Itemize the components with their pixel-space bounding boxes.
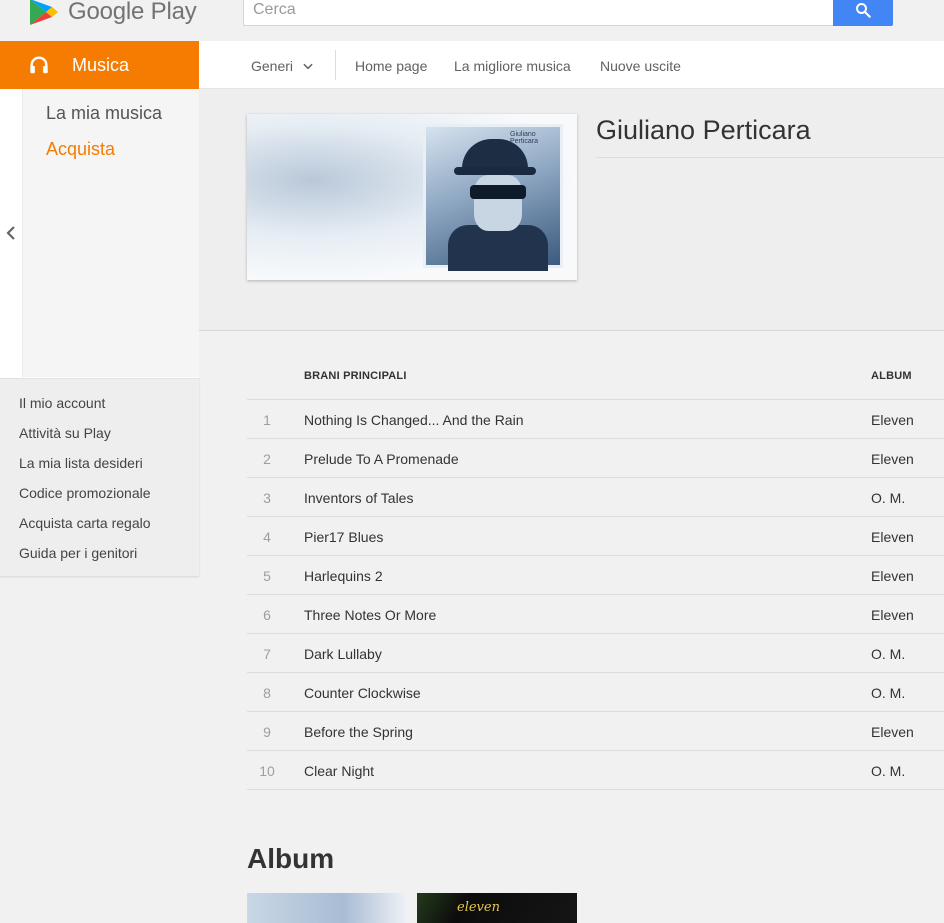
play-store-icon bbox=[30, 0, 58, 25]
artist-cover-image: Giuliano Perticara bbox=[247, 114, 577, 280]
chevron-down-icon bbox=[303, 63, 313, 70]
track-title[interactable]: Before the Spring bbox=[304, 724, 413, 740]
sub-navigation: Generi Home page La migliore musica Nuov… bbox=[199, 41, 944, 89]
collapse-sidebar-button[interactable] bbox=[0, 89, 23, 377]
column-header-tracks: BRANI PRINCIPALI bbox=[304, 370, 407, 382]
account-link-promo-code[interactable]: Codice promozionale bbox=[19, 485, 151, 501]
sidebar-item-shop[interactable]: Acquista bbox=[46, 139, 115, 160]
search-button[interactable] bbox=[833, 0, 893, 26]
track-number: 4 bbox=[263, 529, 271, 545]
search-box[interactable] bbox=[243, 0, 834, 26]
track-number: 6 bbox=[263, 607, 271, 623]
track-number: 10 bbox=[259, 763, 275, 779]
table-row[interactable]: 5 Harlequins 2 Eleven bbox=[247, 556, 944, 595]
table-row[interactable]: 6 Three Notes Or More Eleven bbox=[247, 595, 944, 634]
track-title[interactable]: Nothing Is Changed... And the Rain bbox=[304, 412, 523, 428]
sidebar-panel: La mia musica Acquista bbox=[23, 89, 199, 377]
track-title[interactable]: Pier17 Blues bbox=[304, 529, 383, 545]
track-album[interactable]: O. M. bbox=[871, 685, 905, 701]
track-album[interactable]: O. M. bbox=[871, 490, 905, 506]
nav-divider bbox=[335, 50, 336, 80]
table-row[interactable]: 7 Dark Lullaby O. M. bbox=[247, 634, 944, 673]
track-album[interactable]: Eleven bbox=[871, 568, 914, 584]
search-icon bbox=[856, 3, 871, 18]
sidebar-item-my-music[interactable]: La mia musica bbox=[46, 103, 162, 124]
nav-top-music-link[interactable]: La migliore musica bbox=[454, 58, 571, 74]
search-input[interactable] bbox=[244, 0, 833, 25]
photo-face bbox=[474, 175, 522, 231]
photo-glasses bbox=[470, 185, 526, 199]
table-row[interactable]: 1 Nothing Is Changed... And the Rain Eleve… bbox=[247, 400, 944, 439]
category-tab-music[interactable]: Musica bbox=[0, 41, 199, 89]
track-title[interactable]: Harlequins 2 bbox=[304, 568, 383, 584]
genres-label: Generi bbox=[251, 58, 294, 74]
google-play-logo[interactable]: Google Play bbox=[28, 0, 197, 30]
table-row[interactable]: 10 Clear Night O. M. bbox=[247, 751, 944, 790]
account-link-my-account[interactable]: Il mio account bbox=[19, 395, 105, 411]
track-album[interactable]: Eleven bbox=[871, 412, 914, 428]
account-link-play-activity[interactable]: Attività su Play bbox=[19, 425, 111, 441]
category-label: Musica bbox=[72, 55, 130, 75]
track-title[interactable]: Clear Night bbox=[304, 763, 374, 779]
table-row[interactable]: 4 Pier17 Blues Eleven bbox=[247, 517, 944, 556]
track-title[interactable]: Prelude To A Promenade bbox=[304, 451, 459, 467]
track-number: 5 bbox=[263, 568, 271, 584]
track-number: 2 bbox=[263, 451, 271, 467]
account-link-wishlist[interactable]: La mia lista desideri bbox=[19, 455, 143, 471]
table-row[interactable]: 8 Counter Clockwise O. M. bbox=[247, 673, 944, 712]
track-number: 3 bbox=[263, 490, 271, 506]
artist-header: Giuliano Perticara Giuliano Perticara bbox=[199, 89, 944, 331]
artist-divider bbox=[596, 157, 944, 158]
photo-hat-brim bbox=[454, 167, 536, 175]
top-tracks-table: BRANI PRINCIPALI ALBUM 1 Nothing Is Chang… bbox=[247, 358, 944, 790]
table-header: BRANI PRINCIPALI ALBUM bbox=[247, 358, 944, 400]
account-link-parent-guide[interactable]: Guida per i genitori bbox=[19, 545, 137, 561]
column-header-album: ALBUM bbox=[871, 370, 912, 382]
left-navigation: La mia musica Acquista bbox=[0, 89, 199, 378]
track-album[interactable]: Eleven bbox=[871, 451, 914, 467]
track-album[interactable]: O. M. bbox=[871, 646, 905, 662]
nav-new-releases-link[interactable]: Nuove uscite bbox=[600, 58, 681, 74]
chevron-left-icon bbox=[6, 226, 15, 240]
track-album[interactable]: O. M. bbox=[871, 763, 905, 779]
track-album[interactable]: Eleven bbox=[871, 529, 914, 545]
table-row[interactable]: 3 Inventors of Tales O. M. bbox=[247, 478, 944, 517]
album-thumbnail-title: eleven bbox=[457, 900, 500, 915]
track-number: 9 bbox=[263, 724, 271, 740]
photo-coat bbox=[448, 225, 548, 271]
cover-caption: Giuliano Perticara bbox=[510, 131, 539, 145]
genres-dropdown[interactable]: Generi bbox=[251, 58, 315, 74]
track-title[interactable]: Dark Lullaby bbox=[304, 646, 382, 662]
track-title[interactable]: Counter Clockwise bbox=[304, 685, 421, 701]
account-menu: Il mio account Attività su Play La mia l… bbox=[0, 378, 199, 576]
track-title[interactable]: Three Notes Or More bbox=[304, 607, 436, 623]
album-thumbnail[interactable]: eleven bbox=[417, 893, 577, 923]
track-album[interactable]: Eleven bbox=[871, 724, 914, 740]
artist-photo: Giuliano Perticara bbox=[423, 124, 563, 271]
track-number: 8 bbox=[263, 685, 271, 701]
table-row[interactable]: 9 Before the Spring Eleven bbox=[247, 712, 944, 751]
artist-name: Giuliano Perticara bbox=[596, 115, 811, 145]
track-album[interactable]: Eleven bbox=[871, 607, 914, 623]
headphones-icon bbox=[30, 56, 48, 74]
table-row[interactable]: 2 Prelude To A Promenade Eleven bbox=[247, 439, 944, 478]
track-number: 1 bbox=[263, 412, 271, 428]
albums-heading: Album bbox=[247, 843, 335, 874]
track-title[interactable]: Inventors of Tales bbox=[304, 490, 413, 506]
track-number: 7 bbox=[263, 646, 271, 662]
nav-home-link[interactable]: Home page bbox=[355, 58, 427, 74]
logo-text: Google Play bbox=[68, 0, 197, 25]
top-bar: Google Play bbox=[0, 0, 944, 41]
album-thumbnail[interactable] bbox=[247, 893, 407, 923]
account-link-gift-card[interactable]: Acquista carta regalo bbox=[19, 515, 151, 531]
